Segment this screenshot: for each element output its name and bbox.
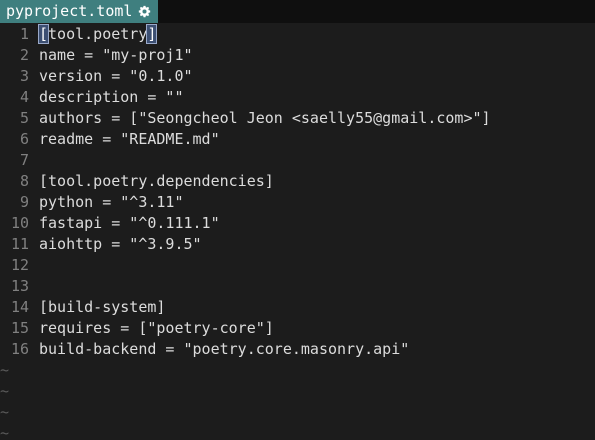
line-number: 15 bbox=[10, 319, 29, 337]
line-number: 2 bbox=[19, 46, 29, 64]
line-number: 9 bbox=[19, 193, 29, 211]
code-text[interactable]: python = "^3.11" bbox=[29, 192, 595, 213]
empty-line-marker: ~ bbox=[0, 424, 10, 440]
line-number: 4 bbox=[19, 88, 29, 106]
code-line[interactable]: 14 [build-system] bbox=[0, 297, 595, 318]
code-line[interactable]: 12 bbox=[0, 255, 595, 276]
line-number: 1 bbox=[19, 25, 29, 43]
code-text[interactable] bbox=[29, 255, 595, 276]
line-number: 10 bbox=[10, 214, 29, 232]
code-line[interactable]: 2 name = "my-proj1" bbox=[0, 45, 595, 66]
line-number: 5 bbox=[19, 109, 29, 127]
code-text[interactable]: build-backend = "poetry.core.masonry.api… bbox=[29, 339, 595, 360]
editor-window: pyproject.toml 1 [tool.poetry] 2 name = … bbox=[0, 0, 595, 440]
code-line[interactable]: 5 authors = ["Seongcheol Jeon <saelly55@… bbox=[0, 108, 595, 129]
code-line[interactable]: 6 readme = "README.md" bbox=[0, 129, 595, 150]
line-number: 13 bbox=[10, 277, 29, 295]
code-line[interactable]: 10 fastapi = "^0.111.1" bbox=[0, 213, 595, 234]
line-number: 16 bbox=[10, 340, 29, 358]
code-text[interactable] bbox=[29, 276, 595, 297]
code-line[interactable]: 1 [tool.poetry] bbox=[0, 24, 595, 45]
tab-pyproject-toml[interactable]: pyproject.toml bbox=[0, 0, 159, 23]
code-text[interactable] bbox=[29, 150, 595, 171]
empty-line-marker: ~ bbox=[0, 403, 10, 421]
code-text[interactable]: name = "my-proj1" bbox=[29, 45, 595, 66]
gear-icon bbox=[139, 5, 151, 18]
code-line[interactable]: 9 python = "^3.11" bbox=[0, 192, 595, 213]
line-number: 6 bbox=[19, 130, 29, 148]
line-number: 11 bbox=[10, 235, 29, 253]
code-line[interactable]: 15 requires = ["poetry-core"] bbox=[0, 318, 595, 339]
code-text[interactable]: authors = ["Seongcheol Jeon <saelly55@gm… bbox=[29, 108, 595, 129]
line-number: 3 bbox=[19, 67, 29, 85]
empty-line-marker: ~ bbox=[0, 382, 10, 400]
code-line[interactable]: 7 bbox=[0, 150, 595, 171]
code-line[interactable]: 3 version = "0.1.0" bbox=[0, 66, 595, 87]
tab-filename: pyproject.toml bbox=[6, 2, 133, 20]
code-text[interactable]: [tool.poetry] bbox=[29, 24, 595, 45]
code-text[interactable]: [tool.poetry.dependencies] bbox=[29, 171, 595, 192]
code-line[interactable]: 8 [tool.poetry.dependencies] bbox=[0, 171, 595, 192]
line-number: 8 bbox=[19, 172, 29, 190]
code-line[interactable]: 16 build-backend = "poetry.core.masonry.… bbox=[0, 339, 595, 360]
line-number: 7 bbox=[19, 151, 29, 169]
line-number: 14 bbox=[10, 298, 29, 316]
code-line[interactable]: 13 bbox=[0, 276, 595, 297]
tab-bar: pyproject.toml bbox=[0, 0, 595, 23]
code-text[interactable]: [build-system] bbox=[29, 297, 595, 318]
matching-bracket: ] bbox=[146, 24, 158, 44]
code-text[interactable]: aiohttp = "^3.9.5" bbox=[29, 234, 595, 255]
code-line[interactable]: 11 aiohttp = "^3.9.5" bbox=[0, 234, 595, 255]
code-text[interactable]: readme = "README.md" bbox=[29, 129, 595, 150]
empty-line-marker: ~ bbox=[0, 361, 10, 379]
code-text[interactable]: fastapi = "^0.111.1" bbox=[29, 213, 595, 234]
code-text[interactable]: version = "0.1.0" bbox=[29, 66, 595, 87]
line-number: 12 bbox=[10, 256, 29, 274]
cursor: [ bbox=[37, 24, 50, 44]
code-text[interactable]: description = "" bbox=[29, 87, 595, 108]
code-line[interactable]: 4 description = "" bbox=[0, 87, 595, 108]
code-text[interactable]: requires = ["poetry-core"] bbox=[29, 318, 595, 339]
text-editor[interactable]: 1 [tool.poetry] 2 name = "my-proj1" 3 ve… bbox=[0, 24, 595, 440]
